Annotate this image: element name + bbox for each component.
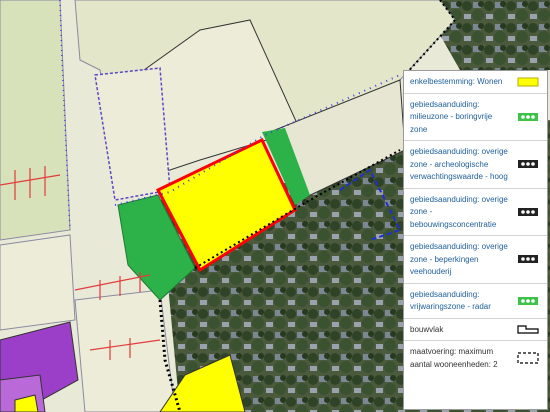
- legend-label: enkelbestemming: Wonen: [410, 77, 503, 86]
- parcel-south: [74, 289, 176, 412]
- legend-label: bouwvlak: [410, 324, 444, 334]
- legend-item-wonen[interactable]: enkelbestemming: Wonen: [404, 71, 547, 94]
- legend-label: gebiedsaanduiding: overige zone - beperk…: [410, 242, 508, 276]
- legend-item-bebouwingsconcentratie[interactable]: gebiedsaanduiding: overige zone - bebouw…: [404, 189, 547, 236]
- legend-item-veehouderij[interactable]: gebiedsaanduiding: overige zone - beperk…: [404, 236, 547, 284]
- legend-item-radar[interactable]: gebiedsaanduiding: vrijwaringszone - rad…: [404, 284, 547, 319]
- parcel-agri-west: [0, 0, 71, 241]
- parcel-agri-southwest: [0, 234, 76, 331]
- yellow-fill-swatch-icon: [517, 77, 539, 87]
- legend-label: gebiedsaanduiding: vrijwaringszone - rad…: [410, 289, 491, 312]
- legend-item-bouwvlak[interactable]: bouwvlak: [404, 319, 547, 341]
- legend-item-archeologie[interactable]: gebiedsaanduiding: overige zone - archeo…: [404, 141, 547, 189]
- building-outline-swatch-icon: [517, 325, 539, 334]
- legend-item-maatvoering[interactable]: maatvoering: maximum aantal wooneenheden…: [404, 341, 547, 375]
- legend-label: gebiedsaanduiding: overige zone - archeo…: [410, 147, 508, 181]
- legend-label: gebiedsaanduiding: milieuzone - boringvr…: [410, 99, 493, 134]
- dashed-box-swatch-icon: [517, 352, 539, 364]
- green-hatch-swatch-icon: [518, 112, 538, 121]
- black-hatch-swatch-icon: [518, 255, 538, 264]
- green-hatch-swatch-icon: [518, 296, 538, 305]
- black-hatch-swatch-icon: [518, 160, 538, 169]
- map-legend: enkelbestemming: Wonen gebiedsaanduiding…: [403, 70, 548, 410]
- legend-label: gebiedsaanduiding: overige zone - bebouw…: [410, 194, 508, 229]
- black-hatch-swatch-icon: [518, 207, 538, 216]
- legend-label: maatvoering: maximum aantal wooneenheden…: [410, 347, 498, 369]
- legend-item-boringvrije-zone[interactable]: gebiedsaanduiding: milieuzone - boringvr…: [404, 94, 547, 141]
